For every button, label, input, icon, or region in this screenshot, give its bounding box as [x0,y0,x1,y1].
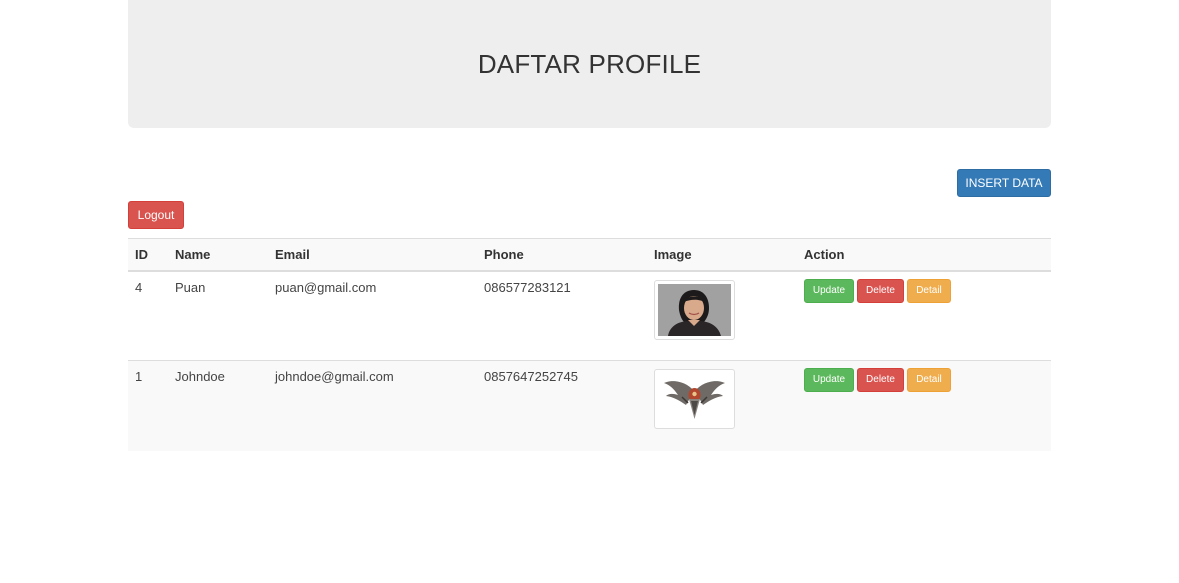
page-header: DAFTAR PROFILE [128,0,1051,128]
portrait-photo-icon [658,283,731,336]
cell-actions: Update Delete Detail [797,270,1051,361]
cell-phone: 086577283121 [477,270,647,361]
profile-table: ID Name Email Phone Image Action 4 Puan … [128,238,1051,451]
update-button[interactable]: Update [804,368,854,392]
table-row: 4 Puan puan@gmail.com 086577283121 Updat… [128,270,1051,361]
profile-thumbnail [654,279,735,340]
cell-actions: Update Delete Detail [797,360,1051,451]
cell-id: 1 [128,360,168,451]
cell-email: johndoe@gmail.com [268,360,477,451]
cell-name: Johndoe [168,360,268,451]
toolbar: INSERT DATA Logout [128,128,1051,238]
column-header-action: Action [797,238,1051,272]
column-header-image: Image [647,238,797,272]
table-header-row: ID Name Email Phone Image Action [128,238,1051,272]
column-header-email: Email [268,238,477,272]
cell-image [647,270,797,361]
cell-id: 4 [128,270,168,361]
column-header-name: Name [168,238,268,272]
delete-button[interactable]: Delete [857,278,904,303]
update-button[interactable]: Update [804,278,854,303]
profile-thumbnail [654,369,735,429]
cell-image [647,360,797,451]
detail-button[interactable]: Detail [907,278,951,303]
detail-button[interactable]: Detail [907,368,951,392]
table-row: 1 Johndoe johndoe@gmail.com 085764725274… [128,360,1051,451]
logout-button[interactable]: Logout [128,201,184,229]
delete-button[interactable]: Delete [857,368,904,392]
page-container: DAFTAR PROFILE INSERT DATA Logout ID Nam… [128,0,1051,451]
cell-email: puan@gmail.com [268,270,477,361]
column-header-phone: Phone [477,238,647,272]
column-header-id: ID [128,238,168,272]
insert-data-button[interactable]: INSERT DATA [957,169,1051,197]
cell-phone: 0857647252745 [477,360,647,451]
page-title: DAFTAR PROFILE [477,48,702,79]
winged-emblem-icon [658,373,731,425]
cell-name: Puan [168,270,268,361]
